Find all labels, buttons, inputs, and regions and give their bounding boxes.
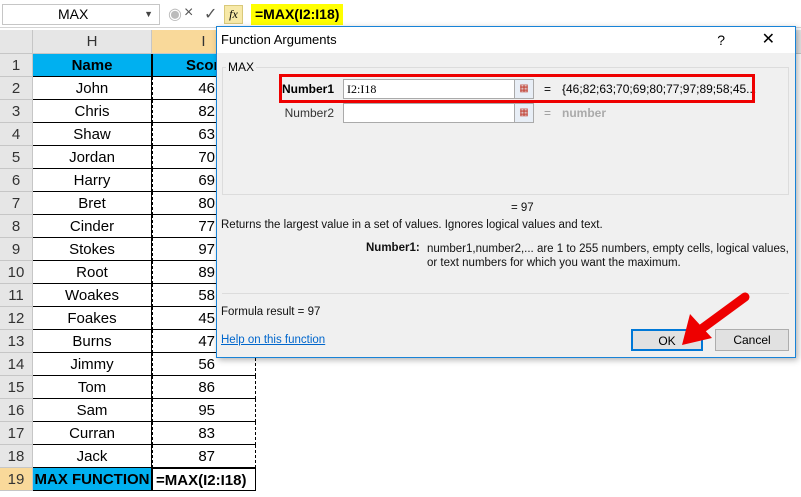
highlight-box (279, 74, 755, 103)
function-arguments-dialog: Function Arguments ? ✕ MAX Number1 I2:I1… (216, 26, 796, 358)
number2-label: Number2 (284, 106, 334, 120)
function-name: MAX (226, 60, 257, 74)
number2-equals: = (544, 106, 552, 120)
divider (222, 293, 789, 294)
cancel-button[interactable]: Cancel (715, 329, 789, 351)
function-result: = 97 (511, 202, 534, 214)
help-link[interactable]: Help on this function (221, 334, 325, 346)
arg-help-label: Number1: (366, 242, 420, 254)
ok-button[interactable]: OK (631, 329, 703, 351)
formula-result: Formula result = 97 (221, 306, 321, 318)
arg-help-text: number1,number2,... are 1 to 255 numbers… (427, 243, 789, 269)
dialog-titlebar: Function Arguments ? ✕ (217, 27, 795, 53)
number2-result: number (562, 106, 607, 120)
dialog-title: Function Arguments (221, 32, 337, 47)
number2-input[interactable] (343, 103, 515, 123)
function-description: Returns the largest value in a set of va… (221, 219, 603, 231)
close-icon[interactable]: ✕ (762, 27, 775, 53)
help-icon[interactable]: ? (717, 27, 725, 53)
range-select-icon[interactable]: ▦ (514, 103, 534, 123)
